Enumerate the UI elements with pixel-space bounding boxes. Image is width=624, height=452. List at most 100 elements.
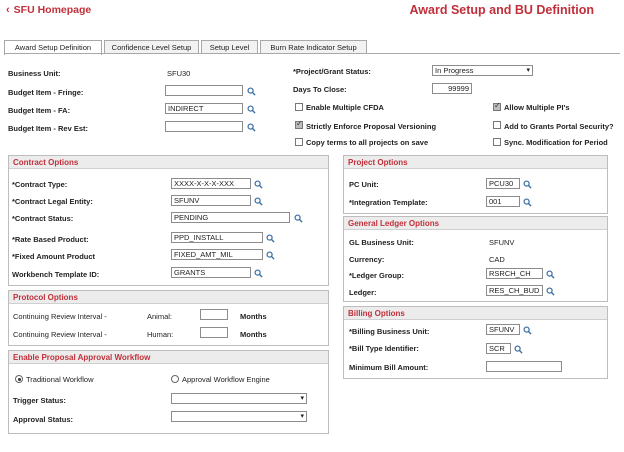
workflow-engine-radio[interactable]: [171, 375, 179, 383]
integration-template-input[interactable]: 001: [486, 196, 520, 207]
strict-versioning-label: Strictly Enforce Proposal Versioning: [306, 122, 437, 131]
project-status-select[interactable]: In Progress ▾: [432, 65, 533, 76]
workflow-engine-label: Approval Workflow Engine: [182, 375, 270, 384]
billing-bu-label: *Billing Business Unit:: [349, 327, 430, 336]
traditional-workflow-label: Traditional Workflow: [26, 375, 94, 384]
gl-business-unit-label: GL Business Unit:: [349, 238, 414, 247]
rate-based-label: *Rate Based Product:: [12, 235, 89, 244]
sync-modification-checkbox[interactable]: [493, 138, 501, 146]
min-bill-label: Minimum Bill Amount:: [349, 363, 429, 372]
business-unit-label: Business Unit:: [8, 69, 61, 78]
project-status-label: *Project/Grant Status:: [293, 67, 371, 76]
business-unit-value: SFU30: [167, 69, 191, 78]
contract-status-input[interactable]: PENDING: [171, 212, 290, 223]
ledger-input[interactable]: RES_CH_BUD: [486, 285, 543, 296]
magnifier-icon[interactable]: [523, 198, 532, 207]
billing-bu-input[interactable]: SFUNV: [486, 324, 520, 335]
trigger-status-select[interactable]: ▾: [171, 393, 307, 404]
animal-months-unit: Months: [240, 312, 267, 321]
magnifier-icon[interactable]: [266, 251, 275, 260]
animal-months-input[interactable]: [200, 309, 228, 320]
tab-burn-rate-indicator-setup[interactable]: Burn Rate Indicator Setup: [260, 40, 367, 54]
contract-options-header: Contract Options: [9, 156, 328, 169]
magnifier-icon[interactable]: [523, 180, 532, 189]
budget-fa-label: Budget Item - FA:: [8, 106, 71, 115]
tab-confidence-level-setup[interactable]: Confidence Level Setup: [104, 40, 199, 54]
human-months-unit: Months: [240, 330, 267, 339]
chevron-down-icon: ▾: [300, 395, 304, 402]
contract-type-input[interactable]: XXXX-X-X-X-XXX: [171, 178, 251, 189]
currency-label: Currency:: [349, 255, 385, 264]
add-portal-security-label: Add to Grants Portal Security?: [504, 122, 614, 131]
human-sub-label: Human:: [147, 330, 174, 339]
chevron-left-icon: ‹: [6, 4, 10, 16]
workbench-template-label: Workbench Template ID:: [12, 270, 100, 279]
magnifier-icon[interactable]: [254, 269, 263, 278]
project-status-value: In Progress: [435, 66, 474, 75]
contract-status-label: *Contract Status:: [12, 214, 74, 223]
min-bill-input[interactable]: [486, 361, 562, 372]
budget-fringe-input[interactable]: [165, 85, 243, 96]
budget-fringe-label: Budget Item - Fringe:: [8, 88, 84, 97]
magnifier-icon[interactable]: [514, 345, 523, 354]
ledger-group-input[interactable]: RSRCH_CH: [486, 268, 543, 279]
trigger-status-label: Trigger Status:: [13, 396, 66, 405]
rate-based-input[interactable]: PPD_INSTALL: [171, 232, 263, 243]
fixed-amount-input[interactable]: FIXED_AMT_MIL: [171, 249, 263, 260]
page-title: Award Setup and BU Definition: [409, 3, 595, 17]
magnifier-icon[interactable]: [523, 326, 532, 335]
bill-type-input[interactable]: SCR: [486, 343, 511, 354]
gl-options-header: General Ledger Options: [344, 217, 607, 230]
human-review-label: Continuing Review Interval -: [13, 330, 107, 339]
budget-fa-input[interactable]: INDIRECT: [165, 103, 243, 114]
protocol-options-header: Protocol Options: [9, 291, 328, 304]
chevron-down-icon: ▾: [300, 413, 304, 420]
legal-entity-input[interactable]: SFUNV: [171, 195, 251, 206]
workflow-header: Enable Proposal Approval Workflow: [9, 351, 328, 364]
magnifier-icon[interactable]: [546, 270, 555, 279]
magnifier-icon[interactable]: [247, 87, 256, 96]
animal-review-label: Continuing Review Interval -: [13, 312, 107, 321]
project-options-header: Project Options: [344, 156, 607, 169]
integration-template-label: *Integration Template:: [349, 198, 428, 207]
tab-setup-level[interactable]: Setup Level: [201, 40, 258, 54]
tab-divider: [4, 53, 620, 54]
legal-entity-label: *Contract Legal Entity:: [12, 197, 93, 206]
homepage-link[interactable]: ‹ SFU Homepage: [6, 4, 91, 16]
gl-business-unit-value: SFUNV: [489, 238, 515, 247]
ledger-label: Ledger:: [349, 288, 377, 297]
contract-type-label: *Contract Type:: [12, 180, 68, 189]
enable-multiple-cfda-label: Enable Multiple CFDA: [306, 103, 384, 112]
budget-rev-input[interactable]: [165, 121, 243, 132]
allow-multiple-pis-checkbox[interactable]: [493, 101, 501, 111]
days-to-close-input[interactable]: 99999: [432, 83, 472, 94]
approval-status-select[interactable]: ▾: [171, 411, 307, 422]
magnifier-icon[interactable]: [254, 197, 263, 206]
magnifier-icon[interactable]: [546, 287, 555, 296]
magnifier-icon[interactable]: [294, 214, 303, 223]
copy-terms-checkbox[interactable]: [295, 138, 303, 146]
allow-multiple-pis-label: Allow Multiple PI's: [504, 103, 570, 112]
magnifier-icon[interactable]: [254, 180, 263, 189]
ledger-group-label: *Ledger Group:: [349, 271, 405, 280]
bill-type-label: *Bill Type Identifier:: [349, 344, 419, 353]
approval-status-label: Approval Status:: [13, 415, 74, 424]
days-to-close-label: Days To Close:: [293, 85, 347, 94]
pc-unit-input[interactable]: PCU30: [486, 178, 520, 189]
human-months-input[interactable]: [200, 327, 228, 338]
enable-multiple-cfda-checkbox[interactable]: [295, 103, 303, 111]
homepage-link-label: SFU Homepage: [13, 4, 92, 16]
billing-options-header: Billing Options: [344, 307, 607, 320]
magnifier-icon[interactable]: [247, 123, 256, 132]
workbench-template-input[interactable]: GRANTS: [171, 267, 251, 278]
magnifier-icon[interactable]: [266, 234, 275, 243]
fixed-amount-label: *Fixed Amount Product: [12, 252, 96, 261]
budget-rev-label: Budget Item - Rev Est:: [8, 124, 89, 133]
currency-value: CAD: [489, 255, 505, 264]
add-portal-security-checkbox[interactable]: [493, 121, 501, 129]
strict-versioning-checkbox[interactable]: [295, 119, 303, 129]
chevron-down-icon: ▾: [526, 67, 530, 74]
pc-unit-label: PC Unit:: [349, 180, 379, 189]
traditional-workflow-radio[interactable]: [15, 375, 23, 383]
magnifier-icon[interactable]: [247, 105, 256, 114]
